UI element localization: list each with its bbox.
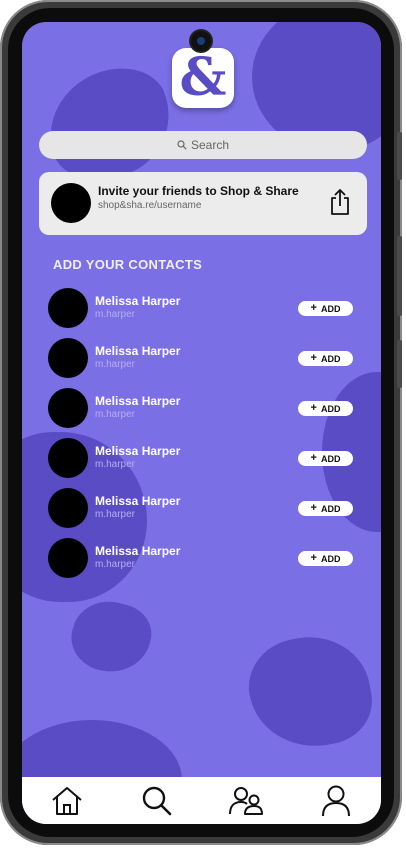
contact-name: Melissa Harper: [95, 344, 181, 358]
add-button[interactable]: + ADD: [298, 301, 353, 316]
avatar: [48, 538, 88, 578]
nav-search[interactable]: [135, 781, 179, 821]
contact-handle: m.harper: [95, 359, 136, 370]
invite-avatar: [51, 183, 91, 223]
plus-icon: +: [310, 352, 317, 364]
contact-handle: m.harper: [95, 509, 136, 520]
app-screen: & Search Invite your friends to Shop & S…: [22, 22, 381, 824]
plus-icon: +: [310, 402, 317, 414]
section-title: ADD YOUR CONTACTS: [53, 257, 203, 272]
add-button[interactable]: + ADD: [298, 351, 353, 366]
contact-name: Melissa Harper: [95, 544, 181, 558]
add-label: ADD: [320, 553, 341, 564]
background-blob: [64, 593, 158, 681]
list-item: Melissa Harper m.harper + ADD: [22, 288, 381, 338]
add-button[interactable]: + ADD: [298, 451, 353, 466]
avatar: [48, 488, 88, 528]
contact-name: Melissa Harper: [95, 294, 181, 308]
logo-ampersand: &: [179, 47, 227, 108]
avatar: [48, 288, 88, 328]
list-item: Melissa Harper m.harper + ADD: [22, 438, 381, 488]
avatar: [48, 338, 88, 378]
add-label: ADD: [320, 353, 341, 364]
contact-name: Melissa Harper: [95, 444, 181, 458]
add-label: ADD: [320, 453, 341, 464]
plus-icon: +: [310, 302, 317, 314]
nav-profile[interactable]: [314, 781, 358, 821]
plus-icon: +: [310, 502, 317, 514]
add-button[interactable]: + ADD: [298, 401, 353, 416]
avatar: [48, 388, 88, 428]
plus-icon: +: [310, 452, 317, 464]
volume-down-button: [397, 236, 402, 316]
front-camera: [191, 31, 211, 51]
list-item: Melissa Harper m.harper + ADD: [22, 338, 381, 388]
share-icon[interactable]: [328, 188, 352, 216]
plus-icon: +: [310, 552, 317, 564]
power-button: [397, 340, 402, 388]
add-label: ADD: [320, 503, 341, 514]
nav-home[interactable]: [45, 781, 89, 821]
contact-handle: m.harper: [95, 409, 136, 420]
contact-handle: m.harper: [95, 559, 136, 570]
search-icon: [142, 786, 171, 815]
invite-link: shop&sha.re/username: [98, 200, 202, 211]
list-item: Melissa Harper m.harper + ADD: [22, 488, 381, 538]
profile-icon: [322, 785, 351, 816]
add-label: ADD: [320, 303, 341, 314]
app-logo: &: [172, 48, 234, 108]
list-item: Melissa Harper m.harper + ADD: [22, 388, 381, 438]
friends-icon: [229, 786, 264, 815]
avatar: [48, 438, 88, 478]
contact-handle: m.harper: [95, 309, 136, 320]
contacts-list: Melissa Harper m.harper + ADD Melissa Ha…: [22, 288, 381, 588]
contact-name: Melissa Harper: [95, 394, 181, 408]
bottom-nav: [22, 777, 381, 824]
search-placeholder: Search: [190, 138, 230, 152]
add-label: ADD: [320, 403, 341, 414]
add-button[interactable]: + ADD: [298, 501, 353, 516]
invite-card[interactable]: Invite your friends to Shop & Share shop…: [39, 172, 367, 235]
contact-handle: m.harper: [95, 459, 136, 470]
home-icon: [52, 786, 82, 815]
search-bar[interactable]: Search: [39, 131, 367, 159]
invite-title: Invite your friends to Shop & Share: [98, 184, 299, 198]
background-blob: [241, 627, 379, 757]
volume-up-button: [397, 132, 402, 180]
search-icon: [177, 140, 187, 150]
list-item: Melissa Harper m.harper + ADD: [22, 538, 381, 588]
nav-friends[interactable]: [224, 781, 268, 821]
add-button[interactable]: + ADD: [298, 551, 353, 566]
contact-name: Melissa Harper: [95, 494, 181, 508]
